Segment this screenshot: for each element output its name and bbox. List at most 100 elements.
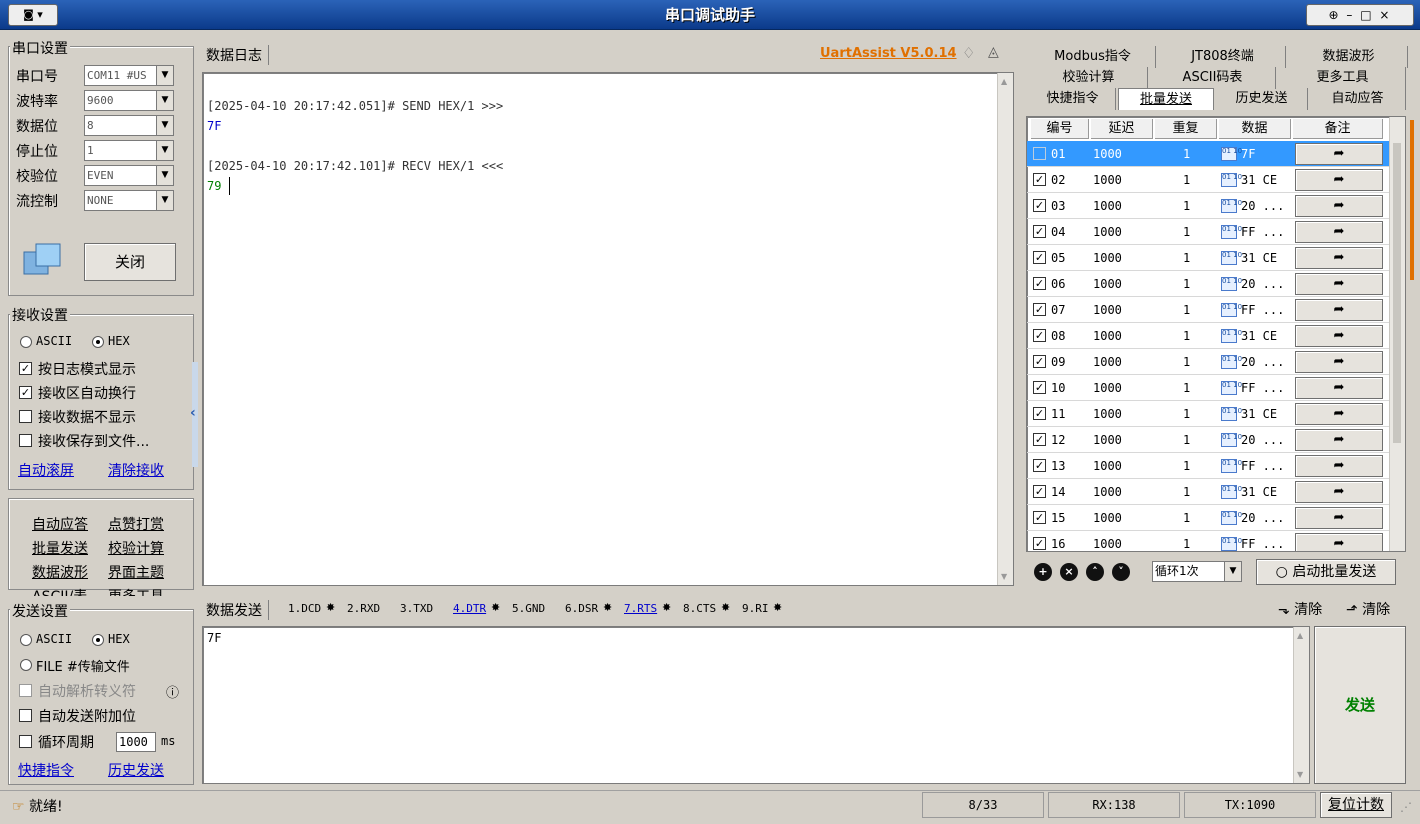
recv-hex-radio[interactable] xyxy=(92,336,104,348)
row-data[interactable]: 7F xyxy=(1241,141,1255,166)
grid-scroll-thumb[interactable] xyxy=(1393,143,1401,443)
right-tab[interactable]: 校验计算 xyxy=(1030,67,1148,89)
serial-field-select[interactable]: NONE xyxy=(84,190,158,211)
send-ascii-radio[interactable] xyxy=(20,634,32,646)
cycle-period-input[interactable]: 1000 xyxy=(116,732,156,752)
row-data[interactable]: FF ... xyxy=(1241,219,1284,244)
tool-link[interactable]: 自动应答 xyxy=(32,514,88,534)
grid-header-cell[interactable]: 备注 xyxy=(1293,119,1383,139)
clear-send-button[interactable]: ⬎ 清除 xyxy=(1278,599,1322,619)
table-row[interactable]: ✓ 09 1000 1 01 10 20 ... ➦ xyxy=(1027,349,1389,375)
row-data[interactable]: 31 CE xyxy=(1241,167,1277,192)
right-tab[interactable]: 历史发送 xyxy=(1216,88,1308,110)
send-row-arrow-icon[interactable]: ➦ xyxy=(1295,299,1383,321)
tool-link[interactable]: 界面主题 xyxy=(108,562,164,582)
cycle-checkbox[interactable] xyxy=(19,735,32,748)
recv-option-checkbox[interactable] xyxy=(19,410,32,423)
receive-log-panel[interactable]: [2025-04-10 20:17:42.051]# SEND HEX/1 >>… xyxy=(202,72,1014,586)
send-scroll-down-icon[interactable]: ▼ xyxy=(1297,770,1303,779)
chevron-down-icon[interactable]: ▼ xyxy=(156,90,174,111)
tool-link[interactable]: 批量发送 xyxy=(32,538,88,558)
row-data[interactable]: 31 CE xyxy=(1241,401,1277,426)
row-checkbox[interactable]: ✓ xyxy=(1033,381,1046,394)
send-button[interactable]: 发送 xyxy=(1314,626,1406,784)
row-checkbox[interactable]: ✓ xyxy=(1033,277,1046,290)
recv-option-checkbox[interactable]: ✓ xyxy=(19,386,32,399)
resize-grip-icon[interactable]: ⋰ xyxy=(1400,800,1412,814)
send-row-arrow-icon[interactable]: ➦ xyxy=(1295,169,1383,191)
send-scrollbar[interactable]: ▲ ▼ xyxy=(1293,627,1309,783)
auto-scroll-link[interactable]: 自动滚屏 xyxy=(18,460,74,480)
tool-link[interactable]: ASCII/表 xyxy=(32,586,87,596)
row-checkbox[interactable]: ✓ xyxy=(1033,329,1046,342)
auto-escape-checkbox[interactable] xyxy=(19,684,32,697)
row-checkbox[interactable]: ✓ xyxy=(1033,199,1046,212)
send-row-arrow-icon[interactable]: ➦ xyxy=(1295,351,1383,373)
send-scroll-up-icon[interactable]: ▲ xyxy=(1297,631,1303,640)
row-checkbox[interactable]: ✓ xyxy=(1033,303,1046,316)
send-file-radio[interactable] xyxy=(20,659,32,671)
row-checkbox[interactable]: ✓ xyxy=(1033,407,1046,420)
tool-link[interactable]: 点赞打赏 xyxy=(108,514,164,534)
send-row-arrow-icon[interactable]: ➦ xyxy=(1295,429,1383,451)
append-checksum-checkbox[interactable] xyxy=(19,709,32,722)
table-row[interactable]: ✓ 04 1000 1 01 10 FF ... ➦ xyxy=(1027,219,1389,245)
row-data[interactable]: 20 ... xyxy=(1241,427,1284,452)
serial-field-select[interactable]: COM11 #US xyxy=(84,65,158,86)
table-row[interactable]: ✓ 16 1000 1 01 10 FF ... ➦ xyxy=(1027,531,1389,551)
collapse-chevron-icon[interactable]: ‹ xyxy=(190,405,196,421)
loop-count-select[interactable]: 循环1次 xyxy=(1152,561,1224,582)
table-row[interactable]: ✓ 11 1000 1 01 10 31 CE ➦ xyxy=(1027,401,1389,427)
row-checkbox[interactable]: ✓ xyxy=(1033,225,1046,238)
scroll-up-icon[interactable]: ▲ xyxy=(1001,77,1007,86)
table-row[interactable]: ✓ 02 1000 1 01 10 31 CE ➦ xyxy=(1027,167,1389,193)
send-row-arrow-icon[interactable]: ➦ xyxy=(1295,273,1383,295)
send-row-arrow-icon[interactable]: ➦ xyxy=(1295,221,1383,243)
scroll-down-icon[interactable]: ▼ xyxy=(1001,572,1007,581)
right-tab[interactable]: Modbus指令 xyxy=(1030,46,1156,68)
batch-grid[interactable]: 编号 延迟 重复 数据 备注 01 1000 1 01 10 7F ➦ ✓ 02 1000 1 01 10 3… xyxy=(1026,116,1406,552)
row-checkbox[interactable]: ✓ xyxy=(1033,537,1046,550)
quick-commands-link[interactable]: 快捷指令 xyxy=(18,760,74,780)
table-row[interactable]: ✓ 14 1000 1 01 10 31 CE ➦ xyxy=(1027,479,1389,505)
row-data[interactable]: 31 CE xyxy=(1241,323,1277,348)
remove-row-icon[interactable]: × xyxy=(1060,563,1078,581)
grid-header-cell[interactable]: 编号 xyxy=(1031,119,1089,139)
right-tab[interactable]: 数据波形 xyxy=(1290,46,1408,68)
table-row[interactable]: ✓ 06 1000 1 01 10 20 ... ➦ xyxy=(1027,271,1389,297)
row-checkbox[interactable]: ✓ xyxy=(1033,355,1046,368)
tool-link[interactable]: 校验计算 xyxy=(108,538,164,558)
row-checkbox[interactable] xyxy=(1033,147,1046,160)
chevron-down-icon[interactable]: ▼ xyxy=(156,190,174,211)
clear-receive-link[interactable]: 清除接收 xyxy=(108,460,164,480)
diamond-icon[interactable]: ♢ xyxy=(962,44,975,62)
table-row[interactable]: ✓ 03 1000 1 01 10 20 ... ➦ xyxy=(1027,193,1389,219)
right-tab[interactable]: JT808终端 xyxy=(1160,46,1286,68)
table-row[interactable]: ✓ 13 1000 1 01 10 FF ... ➦ xyxy=(1027,453,1389,479)
grid-scrollbar[interactable] xyxy=(1389,117,1405,551)
recv-option-checkbox[interactable] xyxy=(19,434,32,447)
chevron-down-icon[interactable]: ▼ xyxy=(156,65,174,86)
row-checkbox[interactable]: ✓ xyxy=(1033,251,1046,264)
brand-link[interactable]: UartAssist V5.0.14 xyxy=(820,46,957,61)
row-checkbox[interactable]: ✓ xyxy=(1033,485,1046,498)
right-tab[interactable]: ASCII码表 xyxy=(1150,67,1276,89)
row-data[interactable]: FF ... xyxy=(1241,453,1284,478)
loop-count-dropdown-icon[interactable]: ▼ xyxy=(1224,561,1242,582)
grid-header-cell[interactable]: 重复 xyxy=(1155,119,1217,139)
tab-data-log[interactable]: 数据日志 xyxy=(206,45,269,65)
row-data[interactable]: 20 ... xyxy=(1241,271,1284,296)
serial-field-select[interactable]: 1 xyxy=(84,140,158,161)
send-row-arrow-icon[interactable]: ➦ xyxy=(1295,377,1383,399)
row-checkbox[interactable]: ✓ xyxy=(1033,459,1046,472)
chevron-down-icon[interactable]: ▼ xyxy=(156,115,174,136)
clear-recv-button[interactable]: ⬏ 清除 xyxy=(1346,599,1390,619)
send-row-arrow-icon[interactable]: ➦ xyxy=(1295,195,1383,217)
move-up-icon[interactable]: ˄ xyxy=(1086,563,1104,581)
right-tab[interactable]: 自动应答 xyxy=(1310,88,1406,110)
send-row-arrow-icon[interactable]: ➦ xyxy=(1295,247,1383,269)
row-data[interactable]: 20 ... xyxy=(1241,349,1284,374)
bell-icon[interactable]: ◬ xyxy=(988,44,999,60)
row-checkbox[interactable]: ✓ xyxy=(1033,511,1046,524)
table-row[interactable]: 01 1000 1 01 10 7F ➦ xyxy=(1027,141,1389,167)
